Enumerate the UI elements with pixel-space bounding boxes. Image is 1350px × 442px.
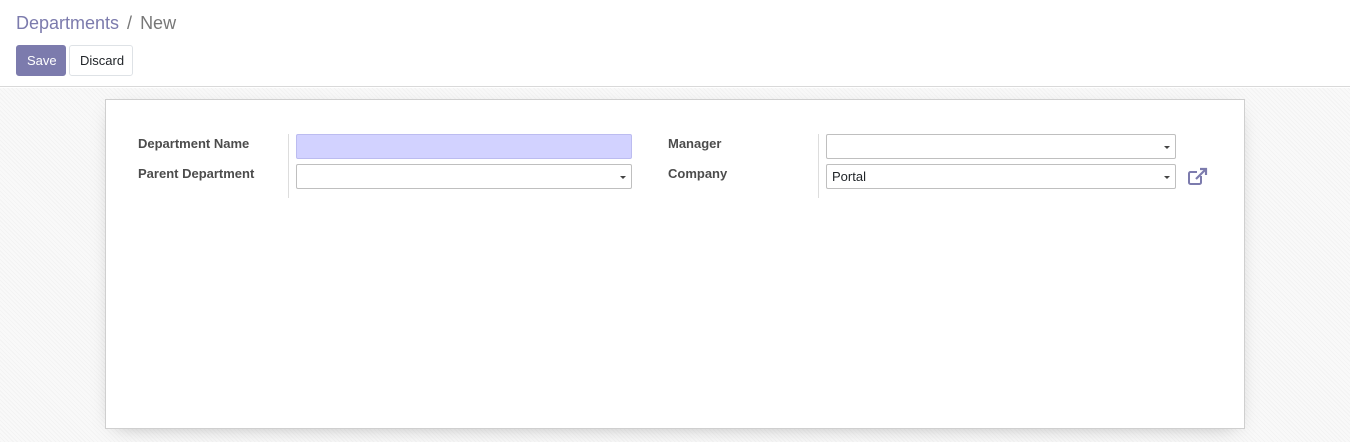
external-link-icon[interactable] [1187,167,1209,187]
breadcrumb-separator: / [127,13,133,33]
breadcrumb-departments-link[interactable]: Departments [16,12,119,34]
left-group-divider [288,134,289,198]
right-group-divider [818,134,819,198]
manager-select[interactable] [826,134,1176,159]
save-button[interactable]: Save [16,45,66,76]
company-value: Portal [832,169,866,184]
discard-button[interactable]: Discard [69,45,133,76]
chevron-down-icon [620,176,626,179]
chevron-down-icon [1164,176,1170,179]
chevron-down-icon [1164,146,1170,149]
breadcrumb-current: New [140,13,177,33]
form-sheet: Department Name Parent Department Manage… [105,99,1245,429]
company-select[interactable]: Portal [826,164,1176,189]
form-view: Department Name Parent Department Manage… [0,88,1350,442]
department-name-label: Department Name [138,136,250,151]
department-name-input[interactable] [296,134,632,159]
parent-department-select[interactable] [296,164,632,189]
breadcrumb: Departments / New [16,12,176,34]
parent-department-label: Parent Department [138,166,255,181]
manager-label: Manager [668,136,722,151]
control-panel: Departments / New Save Discard [0,0,1350,87]
company-label: Company [668,166,728,181]
